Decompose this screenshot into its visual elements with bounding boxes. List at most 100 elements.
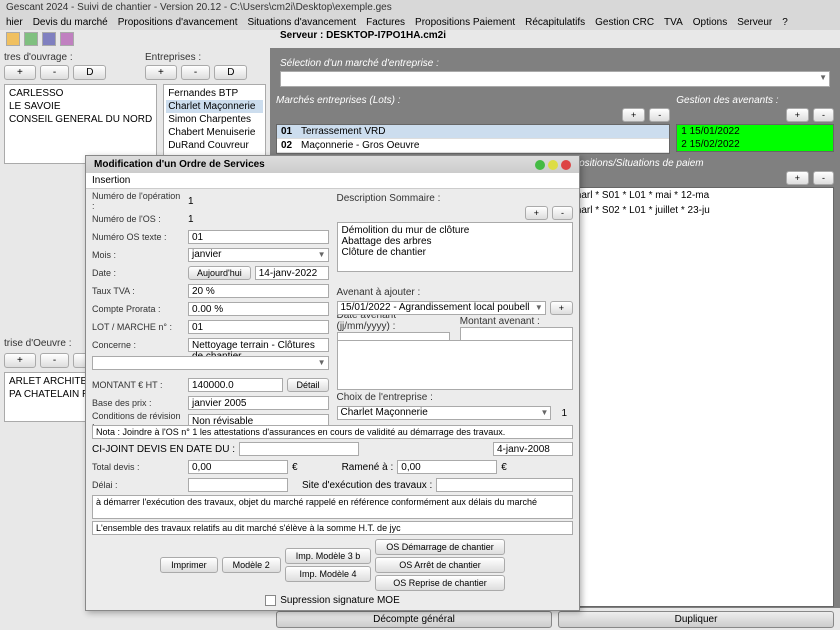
field-label: Concerne : — [92, 340, 184, 350]
osdem-button[interactable]: OS Démarrage de chantier — [375, 539, 505, 555]
list-item[interactable]: 1Charl * S02 * L01 * juillet * 23-ju — [559, 203, 833, 218]
menu-item[interactable]: TVA — [664, 17, 683, 28]
dupliquer-button[interactable]: Dupliquer — [558, 611, 834, 628]
remove-button[interactable]: - — [552, 206, 573, 220]
menu-item[interactable]: Propositions Paiement — [415, 17, 515, 28]
maximize-icon[interactable] — [548, 160, 558, 170]
base-input[interactable]: janvier 2005 — [188, 396, 329, 410]
list-item[interactable]: Chabert Menuiserie — [166, 126, 263, 139]
toolbar-icon[interactable] — [42, 32, 56, 46]
d-button[interactable]: D — [73, 65, 106, 80]
list-item[interactable]: 1Charl * S01 * L01 * mai * 12-ma — [559, 188, 833, 203]
field-label: Numéro OS texte : — [92, 232, 184, 242]
prorata-input[interactable]: 0.00 % — [188, 302, 329, 316]
table-row[interactable]: 01Terrassement VRD — [277, 125, 669, 139]
list-item[interactable]: Abattage des arbres — [340, 236, 571, 247]
list-item[interactable]: Clôture de chantier — [340, 247, 571, 258]
menu-item[interactable]: Devis du marché — [33, 17, 108, 28]
avenant-list[interactable] — [337, 340, 574, 390]
list-item[interactable]: 2 15/02/2022 — [677, 138, 833, 151]
menu-item[interactable]: Propositions d'avancement — [118, 17, 238, 28]
list-item[interactable]: Simon Charpentes — [166, 113, 263, 126]
impmod4-button[interactable]: Imp. Modèle 4 — [285, 566, 372, 582]
date-input[interactable]: 14-janv-2022 — [255, 266, 329, 280]
list-item[interactable]: Démolition du mur de clôture — [340, 225, 571, 236]
list-item[interactable]: CARLESSO — [7, 87, 154, 100]
lot-input[interactable]: 01 — [188, 320, 329, 334]
choix-label: Choix de l'entreprise : — [337, 392, 574, 403]
note3-text[interactable]: L'ensemble des travaux relatifs au dit m… — [92, 521, 573, 535]
modele2-button[interactable]: Modèle 2 — [222, 557, 281, 573]
menu-item[interactable]: Serveur — [737, 17, 772, 28]
field-label: Compte Prorata : — [92, 304, 184, 314]
cijoint-date[interactable]: 4-janv-2008 — [493, 442, 573, 456]
marche-dropdown[interactable] — [280, 71, 830, 87]
menu-item[interactable]: Situations d'avancement — [247, 17, 356, 28]
menu-item[interactable]: hier — [6, 17, 23, 28]
remove-button[interactable]: - — [813, 108, 834, 122]
list-item[interactable]: DuRand Couvreur — [166, 139, 263, 152]
list-item[interactable]: Fernandes BTP — [166, 87, 263, 100]
toolbar-icon[interactable] — [24, 32, 38, 46]
ent-list[interactable]: Fernandes BTP Charlet Maçonnerie Simon C… — [163, 84, 266, 164]
today-button[interactable]: Aujourd'hui — [188, 266, 251, 280]
add-button[interactable]: + — [786, 171, 809, 185]
avenant-select[interactable]: 15/01/2022 - Agrandissement local poubel… — [337, 301, 546, 315]
props-list[interactable]: 1Charl * S01 * L01 * mai * 12-ma 1Charl … — [558, 187, 834, 607]
imprimer-button[interactable]: Imprimer — [160, 557, 218, 573]
concerne-select[interactable] — [92, 356, 329, 370]
list-item[interactable]: 1 15/01/2022 — [677, 125, 833, 138]
total-input[interactable]: 0,00 — [188, 460, 288, 474]
ramene-input[interactable]: 0,00 — [397, 460, 497, 474]
tva-input[interactable]: 20 % — [188, 284, 329, 298]
rev-input[interactable]: Non révisable — [188, 414, 329, 425]
remove-button[interactable]: - — [181, 65, 210, 80]
menu-item[interactable]: Options — [693, 17, 727, 28]
add-button[interactable]: + — [550, 301, 573, 315]
remove-button[interactable]: - — [649, 108, 670, 122]
delai-input[interactable] — [188, 478, 288, 492]
add-button[interactable]: + — [4, 353, 36, 368]
mo-label: tres d'ouvrage : — [4, 52, 125, 63]
osreprise-button[interactable]: OS Reprise de chantier — [375, 575, 505, 591]
mo-list[interactable]: CARLESSO LE SAVOIE CONSEIL GENERAL DU NO… — [4, 84, 157, 164]
osarret-button[interactable]: OS Arrêt de chantier — [375, 557, 505, 573]
decompte-button[interactable]: Décompte général — [276, 611, 552, 628]
sup-checkbox[interactable] — [265, 595, 276, 606]
d-button[interactable]: D — [214, 65, 247, 80]
montav-input[interactable] — [460, 327, 573, 341]
impmod3b-button[interactable]: Imp. Modèle 3 b — [285, 548, 372, 564]
add-button[interactable]: + — [786, 108, 809, 122]
entreprise-select[interactable]: Charlet Maçonnerie — [337, 406, 552, 420]
add-button[interactable]: + — [622, 108, 645, 122]
remove-button[interactable]: - — [813, 171, 834, 185]
list-item[interactable]: LE SAVOIE — [7, 100, 154, 113]
add-button[interactable]: + — [4, 65, 36, 80]
lots-table[interactable]: 01Terrassement VRD 02Maçonnerie - Gros O… — [276, 124, 670, 154]
site-input[interactable] — [436, 478, 573, 492]
toolbar-icon[interactable] — [6, 32, 20, 46]
add-button[interactable]: + — [145, 65, 177, 80]
month-select[interactable]: janvier — [188, 248, 329, 262]
remove-button[interactable]: - — [40, 65, 69, 80]
desc-list[interactable]: Démolition du mur de clôture Abattage de… — [337, 222, 574, 272]
avenants-list[interactable]: 1 15/01/2022 2 15/02/2022 — [676, 124, 834, 152]
list-item[interactable]: CONSEIL GENERAL DU NORD — [7, 113, 154, 126]
remove-button[interactable]: - — [40, 353, 69, 368]
add-button[interactable]: + — [525, 206, 548, 220]
cijoint-input[interactable] — [239, 442, 359, 456]
menu-item[interactable]: Gestion CRC — [595, 17, 654, 28]
montant-input[interactable]: 140000.0 — [188, 378, 283, 392]
detail-button[interactable]: Détail — [287, 378, 328, 392]
os-text-input[interactable]: 01 — [188, 230, 329, 244]
table-row[interactable]: 02Maçonnerie - Gros Oeuvre — [277, 139, 669, 153]
close-icon[interactable] — [561, 160, 571, 170]
minimize-icon[interactable] — [535, 160, 545, 170]
list-item[interactable]: Charlet Maçonnerie — [166, 100, 263, 113]
menu-item[interactable]: Récapitulatifs — [525, 17, 585, 28]
note2-text[interactable]: à démarrer l'exécution des travaux, obje… — [92, 495, 573, 519]
concerne-input[interactable]: Nettoyage terrain - Clôtures de chantier — [188, 338, 329, 352]
menu-item[interactable]: ? — [782, 17, 788, 28]
menu-item[interactable]: Factures — [366, 17, 405, 28]
toolbar-icon[interactable] — [60, 32, 74, 46]
